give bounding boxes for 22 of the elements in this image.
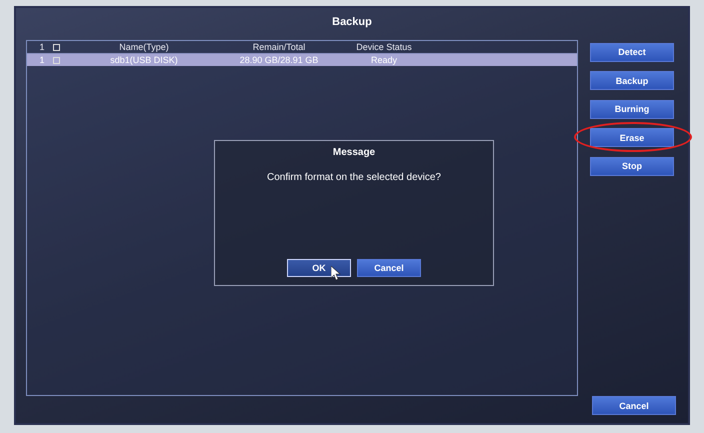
cancel-button[interactable]: Cancel: [592, 396, 676, 415]
side-button[interactable]: Burning: [590, 100, 674, 118]
side-button[interactable]: Backup: [590, 71, 674, 90]
column-header: Device Status: [355, 42, 413, 52]
table-cell-text: sdb1(USB DISK): [109, 55, 179, 65]
table-cell-text: 1: [38, 55, 46, 65]
dialog-message: Confirm format on the selected device?: [267, 172, 441, 183]
side-button[interactable]: Stop: [590, 156, 674, 176]
column-header: Remain/Total: [252, 42, 306, 52]
dialog-title: Message: [332, 147, 376, 158]
column-header: Name(Type): [118, 42, 170, 52]
table-cell-text: Ready: [370, 55, 398, 65]
cursor-icon: [331, 266, 341, 280]
checkbox[interactable]: [53, 44, 60, 50]
checkbox[interactable]: [53, 56, 60, 64]
dialog-button[interactable]: OK: [287, 259, 351, 277]
column-header: 1: [38, 42, 46, 52]
side-button[interactable]: Erase: [590, 128, 674, 147]
side-button[interactable]: Detect: [590, 42, 674, 62]
window-title: Backup: [331, 15, 373, 30]
table-cell-text: 28.90 GB/28.91 GB: [238, 55, 320, 65]
dialog-button[interactable]: Cancel: [357, 259, 421, 277]
